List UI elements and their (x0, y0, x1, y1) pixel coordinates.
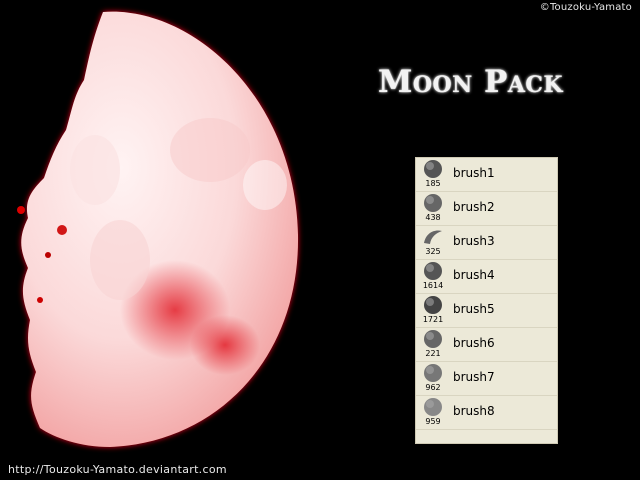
brush-size-label: 1721 (422, 315, 444, 324)
brush-name-label: brush7 (453, 370, 495, 384)
brush-name-label: brush6 (453, 336, 495, 350)
brush-row[interactable]: 1721 brush5 (416, 294, 557, 328)
brush-size-label: 438 (425, 213, 441, 222)
moon-thumb-icon (424, 330, 442, 348)
moon-thumb-icon (424, 364, 442, 382)
brush-row[interactable]: 959 brush8 (416, 396, 557, 430)
brush-list-panel: 185 brush1 438 brush2 325 brush3 1614 brush4 172… (415, 157, 558, 444)
moon-thumb-icon (424, 160, 442, 178)
brush-row[interactable]: 221 brush6 (416, 328, 557, 362)
brush-size-label: 1614 (422, 281, 444, 290)
brush-row[interactable]: 185 brush1 (416, 158, 557, 192)
brush-name-label: brush1 (453, 166, 495, 180)
copyright-text: ©Touzoku-Yamato (539, 2, 632, 13)
crescent-thumb-icon (424, 230, 442, 244)
brush-row[interactable]: 1614 brush4 (416, 260, 557, 294)
brush-name-label: brush3 (453, 234, 495, 248)
brush-size-label: 325 (425, 247, 441, 256)
brush-size-label: 962 (425, 383, 441, 392)
moon-thumb-icon (424, 194, 442, 212)
moon-thumb-icon (424, 296, 442, 314)
footer-url: http://Touzoku-Yamato.deviantart.com (8, 463, 227, 476)
brush-name-label: brush8 (453, 404, 495, 418)
moon-thumb-icon (424, 398, 442, 416)
brush-row[interactable]: 438 brush2 (416, 192, 557, 226)
brush-size-label: 959 (425, 417, 441, 426)
moon-thumb-icon (424, 262, 442, 280)
brush-name-label: brush5 (453, 302, 495, 316)
brush-size-label: 185 (425, 179, 441, 188)
brush-name-label: brush4 (453, 268, 495, 282)
page-title: Moon Pack (378, 64, 564, 100)
brush-name-label: brush2 (453, 200, 495, 214)
brush-row[interactable]: 325 brush3 (416, 226, 557, 260)
brush-row[interactable]: 962 brush7 (416, 362, 557, 396)
brush-size-label: 221 (425, 349, 441, 358)
